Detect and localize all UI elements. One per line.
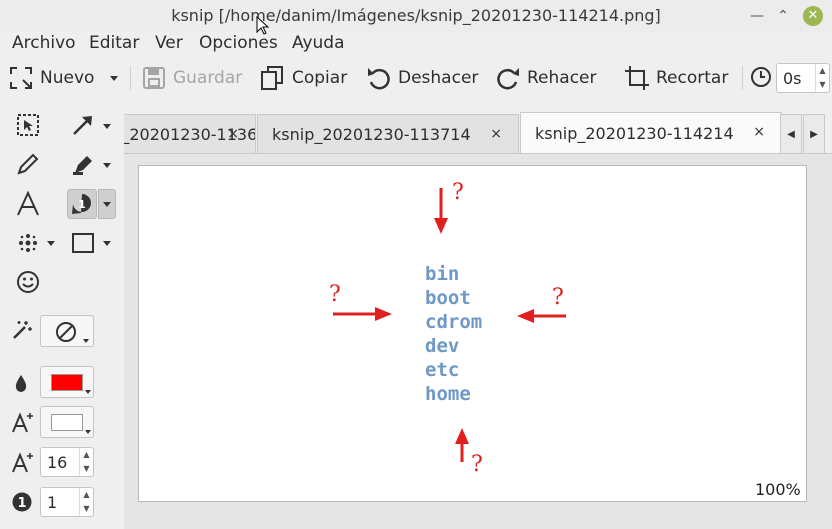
annotation-layer xyxy=(333,188,566,462)
arrow-right-annotation xyxy=(333,307,392,321)
arrow-left-annotation xyxy=(517,309,566,323)
arrow-up-annotation xyxy=(455,428,469,462)
arrow-down-annotation xyxy=(434,188,448,234)
question-mark-label: ? xyxy=(552,285,564,310)
question-mark-label: ? xyxy=(329,282,341,307)
question-mark-label: ? xyxy=(452,180,464,205)
zoom-level: 100% xyxy=(755,480,801,499)
question-mark-label: ? xyxy=(471,452,483,477)
